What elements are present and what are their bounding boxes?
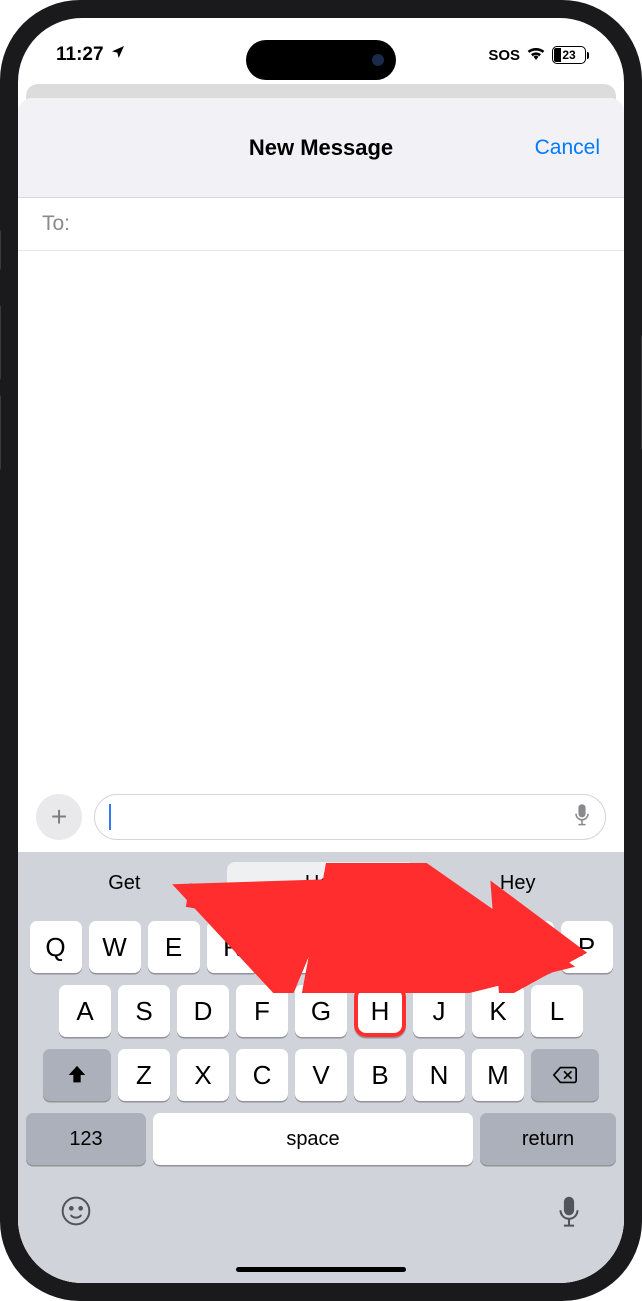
cancel-button[interactable]: Cancel bbox=[535, 136, 600, 160]
home-indicator[interactable] bbox=[236, 1267, 406, 1272]
new-message-sheet: New Message Cancel To: + bbox=[18, 98, 624, 1283]
key-j[interactable]: J bbox=[413, 985, 465, 1037]
key-g[interactable]: G bbox=[295, 985, 347, 1037]
silent-switch bbox=[0, 230, 1, 270]
message-body-area[interactable] bbox=[18, 251, 624, 786]
key-e[interactable]: E bbox=[148, 921, 200, 973]
return-key[interactable]: return bbox=[480, 1113, 616, 1165]
to-field[interactable]: To: bbox=[18, 198, 624, 251]
text-cursor bbox=[109, 804, 111, 830]
key-d[interactable]: D bbox=[177, 985, 229, 1037]
plus-icon: + bbox=[51, 801, 67, 833]
key-q[interactable]: Q bbox=[30, 921, 82, 973]
key-k[interactable]: K bbox=[472, 985, 524, 1037]
key-c[interactable]: C bbox=[236, 1049, 288, 1101]
shift-key[interactable] bbox=[43, 1049, 111, 1101]
keyboard: Get Her Hey QWERTYUIOP ASDFGHJKL ZXCVBNM bbox=[18, 852, 624, 1283]
key-s[interactable]: S bbox=[118, 985, 170, 1037]
backspace-key[interactable] bbox=[531, 1049, 599, 1101]
key-v[interactable]: V bbox=[295, 1049, 347, 1101]
key-u[interactable]: U bbox=[384, 921, 436, 973]
add-attachment-button[interactable]: + bbox=[36, 794, 82, 840]
mic-icon bbox=[556, 1195, 582, 1229]
dictation-inline-icon[interactable] bbox=[573, 803, 591, 832]
backspace-icon bbox=[552, 1065, 578, 1085]
key-r[interactable]: R bbox=[207, 921, 259, 973]
battery-pct: 23 bbox=[562, 48, 575, 62]
suggestion-0[interactable]: Get bbox=[30, 862, 219, 905]
status-right: SOS 23 bbox=[488, 44, 586, 66]
compose-bar: + bbox=[18, 786, 624, 852]
shift-icon bbox=[66, 1064, 88, 1086]
suggestion-bar: Get Her Hey bbox=[18, 852, 624, 915]
status-left: 11:27 bbox=[56, 44, 126, 66]
key-b[interactable]: B bbox=[354, 1049, 406, 1101]
status-time: 11:27 bbox=[56, 44, 104, 66]
key-n[interactable]: N bbox=[413, 1049, 465, 1101]
wifi-icon bbox=[526, 44, 546, 66]
key-p[interactable]: P bbox=[561, 921, 613, 973]
page-title: New Message bbox=[249, 135, 393, 161]
key-row-2: ASDFGHJKL bbox=[18, 979, 624, 1043]
sos-indicator: SOS bbox=[488, 47, 520, 64]
space-key[interactable]: space bbox=[153, 1113, 473, 1165]
volume-down-button bbox=[0, 395, 1, 470]
message-input[interactable] bbox=[94, 794, 606, 840]
battery-fill bbox=[554, 48, 561, 62]
to-label: To: bbox=[42, 212, 70, 235]
phone-frame: 11:27 SOS 23 New Message C bbox=[0, 0, 642, 1301]
suggestion-1[interactable]: Her bbox=[227, 862, 416, 905]
volume-up-button bbox=[0, 305, 1, 380]
location-icon bbox=[110, 44, 126, 66]
key-row-3: ZXCVBNM bbox=[18, 1043, 624, 1107]
key-row-4: 123 space return bbox=[18, 1107, 624, 1171]
numeric-key[interactable]: 123 bbox=[26, 1113, 146, 1165]
key-y[interactable]: Y bbox=[325, 921, 377, 973]
key-t[interactable]: T bbox=[266, 921, 318, 973]
emoji-button[interactable] bbox=[60, 1195, 92, 1237]
nav-bar: New Message Cancel bbox=[18, 98, 624, 198]
key-w[interactable]: W bbox=[89, 921, 141, 973]
key-o[interactable]: O bbox=[502, 921, 554, 973]
key-row-1: QWERTYUIOP bbox=[18, 915, 624, 979]
key-m[interactable]: M bbox=[472, 1049, 524, 1101]
key-l[interactable]: L bbox=[531, 985, 583, 1037]
key-x[interactable]: X bbox=[177, 1049, 229, 1101]
key-f[interactable]: F bbox=[236, 985, 288, 1037]
suggestion-2[interactable]: Hey bbox=[423, 862, 612, 905]
phone-screen: 11:27 SOS 23 New Message C bbox=[18, 18, 624, 1283]
emoji-icon bbox=[60, 1195, 92, 1227]
key-i[interactable]: I bbox=[443, 921, 495, 973]
key-z[interactable]: Z bbox=[118, 1049, 170, 1101]
dynamic-island bbox=[246, 40, 396, 80]
key-h[interactable]: H bbox=[354, 985, 406, 1037]
battery-indicator: 23 bbox=[552, 46, 586, 64]
dictation-button[interactable] bbox=[556, 1195, 582, 1237]
key-a[interactable]: A bbox=[59, 985, 111, 1037]
keyboard-bottom-bar bbox=[18, 1171, 624, 1243]
